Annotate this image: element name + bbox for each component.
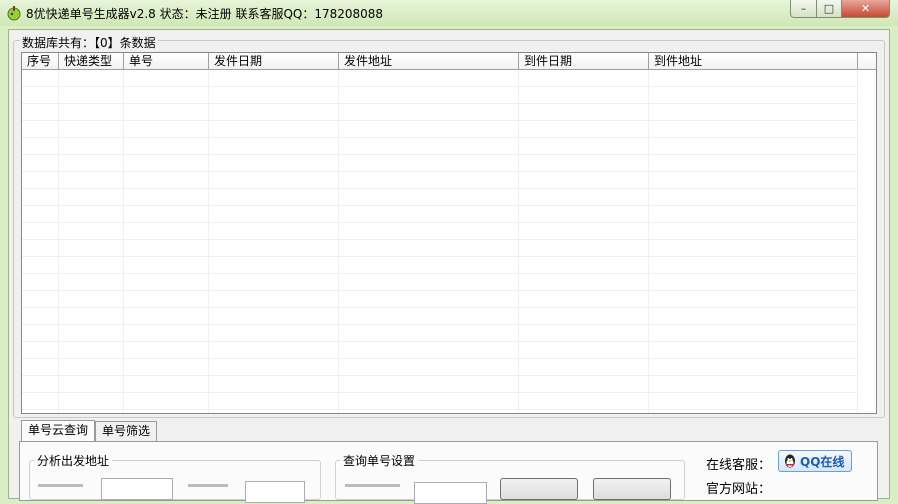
tab-number-filter[interactable]: 单号筛选: [95, 421, 158, 441]
qq-online-button[interactable]: QQ在线: [778, 450, 852, 472]
grid-column-line: [518, 70, 519, 413]
query-input[interactable]: [414, 482, 487, 504]
database-count-label: 数据库共有：【0】条数据: [20, 34, 158, 51]
grid-column-line: [338, 70, 339, 413]
grid-row-line: [22, 392, 858, 393]
analyze-input-1[interactable]: [101, 478, 173, 500]
table-body: [22, 70, 876, 413]
column-header-index[interactable]: 序号: [22, 53, 59, 70]
column-header-arrival-address[interactable]: 到件地址: [649, 53, 858, 70]
grid-column-line: [58, 70, 59, 413]
grid-row-line: [22, 188, 858, 189]
title-bar: 8优快递单号生成器v2.8 状态：未注册 联系客服QQ：178208088 – …: [0, 0, 898, 26]
grid-row-line: [22, 103, 858, 104]
app-icon: [7, 6, 21, 21]
grid-row-line: [22, 324, 858, 325]
grid-column-line: [648, 70, 649, 413]
minimize-icon: –: [800, 2, 807, 15]
query-button-2[interactable]: [593, 478, 671, 500]
grid-row-line: [22, 171, 858, 172]
grid-row-line: [22, 222, 858, 223]
query-button-1[interactable]: [500, 478, 578, 500]
grid-row-line: [22, 256, 858, 257]
grid-row-line: [22, 375, 858, 376]
window-title: 8优快递单号生成器v2.8 状态：未注册 联系客服QQ：178208088: [26, 7, 384, 21]
grid-row-line: [22, 154, 858, 155]
maximize-button[interactable]: □: [816, 0, 842, 18]
grid-column-line: [208, 70, 209, 413]
grid-column-line: [123, 70, 124, 413]
maximize-icon: □: [823, 2, 835, 15]
close-button[interactable]: ✕: [841, 0, 890, 18]
grid-row-line: [22, 341, 858, 342]
column-header-arrival-date[interactable]: 到件日期: [519, 53, 649, 70]
close-icon: ✕: [860, 2, 871, 15]
grid-row-line: [22, 358, 858, 359]
grid-row-line: [22, 409, 858, 410]
grid-column-line: [857, 70, 858, 413]
query-settings-title: 查询单号设置: [340, 452, 419, 469]
grid-row-line: [22, 273, 858, 274]
column-header-send-date[interactable]: 发件日期: [209, 53, 339, 70]
column-header-courier-type[interactable]: 快递类型: [59, 53, 124, 70]
grid-row-line: [22, 120, 858, 121]
minimize-button[interactable]: –: [790, 0, 817, 18]
grid-row-line: [22, 307, 858, 308]
column-header-tracking-number[interactable]: 单号: [124, 53, 209, 70]
tab-cloud-query[interactable]: 单号云查询: [21, 420, 96, 441]
qq-penguin-icon: [785, 454, 795, 468]
analyze-address-title: 分析出发地址: [34, 452, 113, 469]
online-service-label: 在线客服：: [706, 458, 772, 473]
grid-row-line: [22, 205, 858, 206]
grid-row-line: [22, 137, 858, 138]
tab-strip: 单号云查询 单号筛选: [21, 420, 158, 441]
header-filler: [858, 53, 876, 70]
table-header: 序号 快递类型 单号 发件日期 发件地址 到件日期 到件地址: [22, 53, 858, 70]
grid-row-line: [22, 290, 858, 291]
website-label: 官方网站：: [706, 482, 772, 497]
qq-online-label: QQ在线: [800, 454, 845, 469]
grid-row-line: [22, 239, 858, 240]
results-table[interactable]: 序号 快递类型 单号 发件日期 发件地址 到件日期 到件地址: [21, 52, 877, 414]
grid-row-line: [22, 86, 858, 87]
column-header-send-address[interactable]: 发件地址: [339, 53, 519, 70]
analyze-input-2[interactable]: [245, 481, 305, 503]
